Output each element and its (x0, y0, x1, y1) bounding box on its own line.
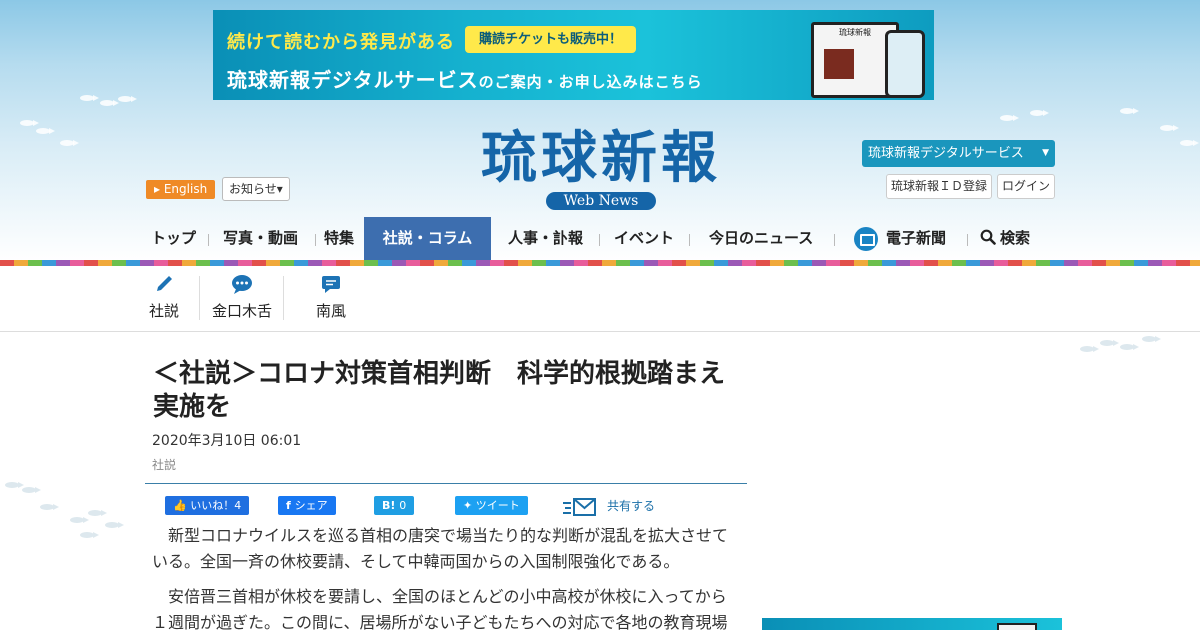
nav-item-search[interactable]: 検索 (980, 217, 1030, 260)
subnav-item-kinkuchi-mokuzetsu[interactable]: 金口木舌 (208, 274, 276, 330)
thumbs-up-icon: 👍 (173, 499, 191, 512)
login-button[interactable]: ログイン (997, 174, 1055, 199)
nav-separator (967, 234, 968, 246)
nav-item-photo-video[interactable]: 写真・動画 (223, 217, 298, 260)
logo-text: 琉球新報 (481, 125, 721, 191)
banner-ticket-pill: 購読チケットも販売中！ (465, 26, 637, 53)
tweet-button[interactable]: ✦ ツイート (455, 496, 528, 515)
logo-subtitle: Web News (545, 192, 657, 210)
search-icon (980, 229, 996, 245)
caret-right-icon: ▸ (154, 182, 164, 196)
fish-decoration (105, 522, 124, 528)
digital-service-dropdown[interactable]: 琉球新報デジタルサービス ▼ (862, 140, 1055, 167)
fish-decoration (1030, 110, 1049, 116)
fish-decoration (100, 100, 119, 106)
subnav-item-editorial[interactable]: 社説 (146, 274, 182, 330)
nav-separator (315, 234, 316, 246)
article-divider (145, 483, 747, 484)
speech-bubble-icon (232, 275, 252, 294)
fish-decoration (70, 517, 89, 523)
fish-decoration (1120, 344, 1139, 350)
banner-headline: 続けて読むから発見がある (227, 32, 455, 53)
fish-decoration (5, 482, 24, 488)
nav-separator (599, 234, 600, 246)
article-title: ＜社説＞コロナ対策首相判断 科学的根拠踏まえ実施を (153, 359, 726, 422)
fish-decoration (88, 510, 107, 516)
nav-separator (689, 234, 690, 246)
hatena-bookmark-button[interactable]: B! 0 (374, 496, 415, 515)
fish-decoration (1000, 115, 1019, 121)
fish-decoration (80, 532, 99, 538)
facebook-like-button[interactable]: 👍 いいね！4 (165, 496, 250, 515)
subnav-separator (199, 276, 200, 320)
fish-decoration (1180, 140, 1199, 146)
nav-separator (834, 234, 835, 246)
site-logo[interactable]: 琉球新報 Web News (450, 128, 752, 210)
caret-down-icon: ▼ (1042, 148, 1049, 158)
id-register-button[interactable]: 琉球新報ＩＤ登録 (886, 174, 992, 199)
nav-item-event[interactable]: イベント (614, 217, 674, 260)
fish-decoration (118, 96, 137, 102)
hatena-icon: B! (382, 499, 400, 512)
fish-decoration (1080, 346, 1099, 352)
monitor-icon (854, 226, 878, 251)
chat-icon (322, 276, 340, 293)
fish-decoration (80, 95, 99, 101)
article-date: 2020年3月10日 06:01 (152, 433, 302, 449)
banner-subheadline: 琉球新報デジタルサービスのご案内・お申し込みはこちら (227, 68, 703, 92)
fish-decoration (1100, 340, 1119, 346)
digital-service-banner[interactable]: 続けて読むから発見がある 購読チケットも販売中！ 琉球新報デジタルサービスのご案… (213, 10, 934, 100)
english-button[interactable]: ▸ English (146, 180, 216, 199)
article-paragraph: 安倍晋三首相が休校を要請し、全国のほとんどの小中高校が休校に入ってから１週間が過… (152, 587, 728, 630)
subnav-separator (283, 276, 284, 320)
facebook-icon: f (286, 499, 295, 512)
banner-phone-image (885, 30, 925, 98)
fish-decoration (40, 504, 59, 510)
sidebar-ad-banner[interactable] (762, 618, 1062, 630)
main-nav: トップ 写真・動画 特集 社説・コラム 人事・訃報 イベント 今日のニュース 電… (0, 217, 1200, 260)
fish-decoration (36, 128, 55, 134)
share-by-mail-button[interactable]: 共有する (563, 494, 655, 518)
nav-item-top[interactable]: トップ (151, 217, 196, 260)
sidebar-ad-device-image (997, 623, 1037, 630)
article-paragraph: 新型コロナウイルスを巡る首相の唐突で場当たり的な判断が混乱を拡大させている。全国… (152, 526, 729, 571)
nav-item-todays-news[interactable]: 今日のニュース (709, 217, 813, 260)
fish-decoration (1142, 336, 1161, 342)
twitter-bird-icon: ✦ (463, 499, 476, 512)
article-category[interactable]: 社説 (152, 456, 176, 473)
pen-icon (157, 276, 172, 291)
nav-item-feature[interactable]: 特集 (324, 217, 354, 260)
nav-item-e-newspaper[interactable]: 電子新聞 (854, 217, 946, 260)
subnav-item-haebaru[interactable]: 南風 (313, 274, 349, 330)
fish-decoration (1120, 108, 1139, 114)
nav-item-editorial-column[interactable]: 社説・コラム (364, 217, 491, 260)
notice-dropdown[interactable]: お知らせ▾ (222, 177, 290, 201)
column-subnav: 社説 金口木舌 南風 (0, 266, 1200, 332)
nav-separator (208, 234, 209, 246)
nav-item-personnel-obituary[interactable]: 人事・訃報 (508, 217, 583, 260)
fish-decoration (20, 120, 39, 126)
fish-decoration (60, 140, 79, 146)
envelope-icon (563, 497, 596, 516)
fish-decoration (22, 487, 41, 493)
facebook-share-button[interactable]: f シェア (278, 496, 336, 515)
fish-decoration (1160, 125, 1179, 131)
